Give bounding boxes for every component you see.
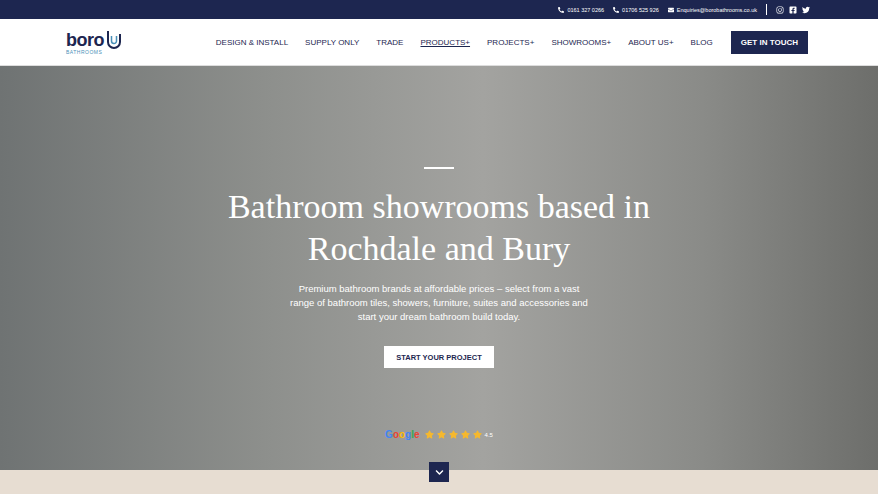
phone-icon (613, 7, 619, 13)
menu-item[interactable]: PROJECTS+ (487, 38, 534, 47)
menu-item[interactable]: DESIGN & INSTALL (216, 38, 288, 47)
logo-name: boro (66, 31, 104, 49)
instagram-icon[interactable] (776, 6, 784, 14)
hero-heading: Bathroom showrooms based in Rochdale and… (199, 186, 679, 270)
twitter-icon[interactable] (802, 6, 810, 14)
facebook-icon[interactable] (789, 6, 797, 14)
contact-link[interactable]: 01706 525 926 (613, 7, 659, 13)
menu-item[interactable]: PRODUCTS+ (420, 38, 470, 47)
nav-bar: boroBATHROOMS DESIGN & INSTALL SUPPLY ONLY… (0, 19, 878, 66)
mail-icon (668, 7, 674, 13)
menu-item[interactable]: ABOUT US+ (628, 38, 673, 47)
logo-sub: BATHROOMS (66, 50, 122, 55)
get-in-touch-button[interactable]: GET IN TOUCH (731, 31, 808, 54)
menu-item[interactable]: BLOG (691, 38, 713, 47)
page: 0161 327 0266 01706 525 926 Enquiries@boro… (0, 0, 878, 494)
menu-item[interactable]: TRADE (376, 38, 403, 47)
social-links (776, 6, 810, 14)
contact-link[interactable]: 0161 327 0266 (558, 7, 604, 13)
star-icon (461, 430, 470, 439)
start-project-button[interactable]: START YOUR PROJECT (384, 346, 494, 368)
hero: Bathroom showrooms based in Rochdale and… (0, 66, 878, 470)
star-icon (437, 430, 446, 439)
google-rating[interactable]: Google 4.5 (385, 429, 493, 440)
google-logo: Google (385, 429, 419, 440)
contact-link[interactable]: Enquiries@borobathrooms.co.uk (668, 7, 757, 13)
hero-paragraph: Premium bathroom brands at affordable pr… (289, 282, 589, 324)
menu-item[interactable]: SHOWROOMS+ (551, 38, 611, 47)
chevron-down-icon (435, 468, 444, 477)
star-icon (473, 430, 482, 439)
divider (766, 4, 767, 15)
phone-icon (558, 7, 564, 13)
main-menu: DESIGN & INSTALL SUPPLY ONLY TRADE PRODUCTS… (216, 31, 808, 54)
star-icon (449, 430, 458, 439)
hero-rule (424, 167, 454, 169)
menu-item[interactable]: SUPPLY ONLY (305, 38, 359, 47)
top-bar: 0161 327 0266 01706 525 926 Enquiries@boro… (0, 0, 878, 19)
scroll-down-button[interactable] (429, 462, 449, 482)
bath-logo-icon (106, 29, 122, 49)
logo[interactable]: boroBATHROOMS (66, 29, 122, 55)
rating-score: 4.5 (485, 432, 493, 438)
star-icon (425, 430, 434, 439)
